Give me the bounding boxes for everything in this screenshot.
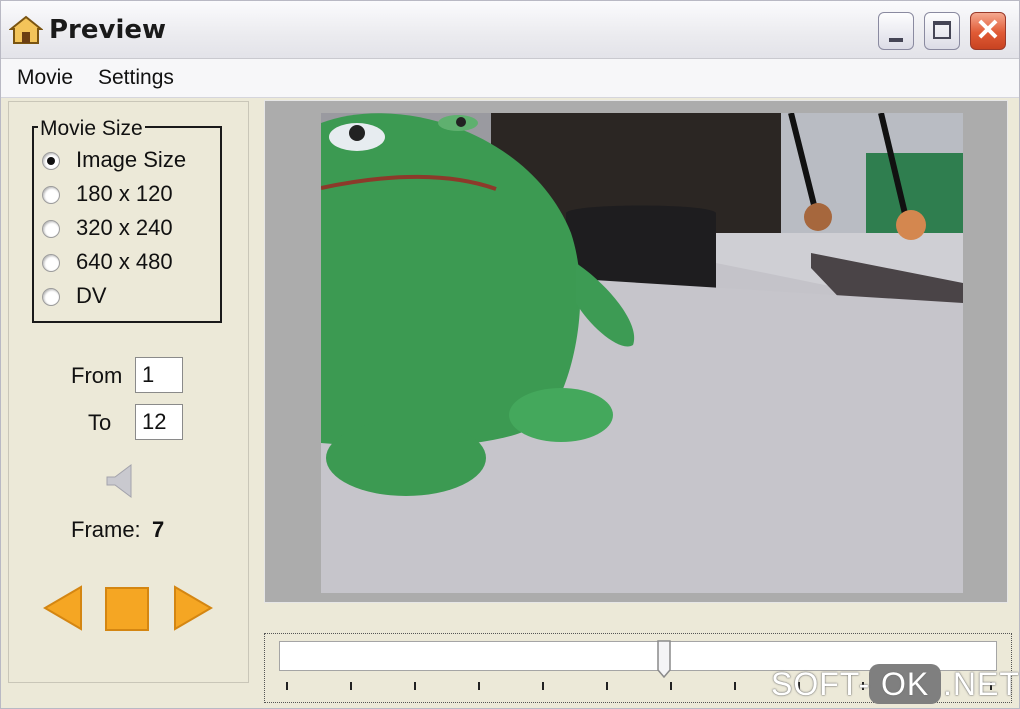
home-icon (9, 15, 43, 44)
watermark-badge-text: OK (881, 666, 930, 702)
maximize-button[interactable] (924, 12, 960, 50)
radio-label: Image Size (76, 147, 187, 172)
menu-settings[interactable]: Settings (98, 66, 174, 90)
close-button[interactable]: ✕ (970, 12, 1006, 50)
timeline-tick (670, 682, 672, 690)
radio-button[interactable] (42, 254, 60, 272)
radio-label: 180 x 120 (76, 181, 173, 206)
speaker-icon[interactable] (101, 461, 141, 501)
window-title: Preview (49, 15, 167, 45)
minimize-button[interactable] (878, 12, 914, 50)
from-field[interactable]: 1 (135, 357, 183, 393)
timeline-slider-thumb[interactable] (657, 640, 671, 678)
maximize-icon (933, 21, 951, 39)
movie-size-group-title: Movie Size (38, 117, 145, 141)
preview-window: Preview ✕ Movie Settings Movie Size Imag… (0, 0, 1020, 709)
watermark-right-text: .NET (943, 666, 1020, 702)
menu-bar: Movie Settings (1, 59, 1019, 98)
radio-button[interactable] (42, 186, 60, 204)
radio-label: DV (76, 283, 107, 308)
stop-icon[interactable] (104, 586, 150, 632)
radio-button[interactable] (42, 220, 60, 238)
timeline-tick (606, 682, 608, 690)
frame-number: 7 (152, 517, 165, 542)
play-backward-icon[interactable] (41, 583, 85, 633)
timeline-tick (350, 682, 352, 690)
timeline-tick (286, 682, 288, 690)
to-field[interactable]: 12 (135, 404, 183, 440)
timeline-tick (542, 682, 544, 690)
minimize-icon (889, 38, 903, 42)
frame-label: Frame: (71, 517, 141, 542)
radio-label: 320 x 240 (76, 215, 173, 240)
from-label: From (71, 363, 123, 388)
radio-button[interactable] (42, 288, 60, 306)
timeline-tick (414, 682, 416, 690)
radio-selected-dot (47, 157, 55, 165)
timeline-tick (734, 682, 736, 690)
menu-movie[interactable]: Movie (17, 66, 73, 90)
video-frame-image (321, 113, 963, 593)
timeline-tick (478, 682, 480, 690)
play-forward-icon[interactable] (171, 583, 215, 633)
title-bar[interactable]: Preview ✕ (1, 1, 1019, 59)
radio-label: 640 x 480 (76, 249, 173, 274)
close-icon: ✕ (975, 14, 1001, 47)
to-label: To (88, 410, 112, 435)
radio-button[interactable] (42, 152, 60, 170)
watermark-left-text: SOFT- (771, 666, 871, 702)
